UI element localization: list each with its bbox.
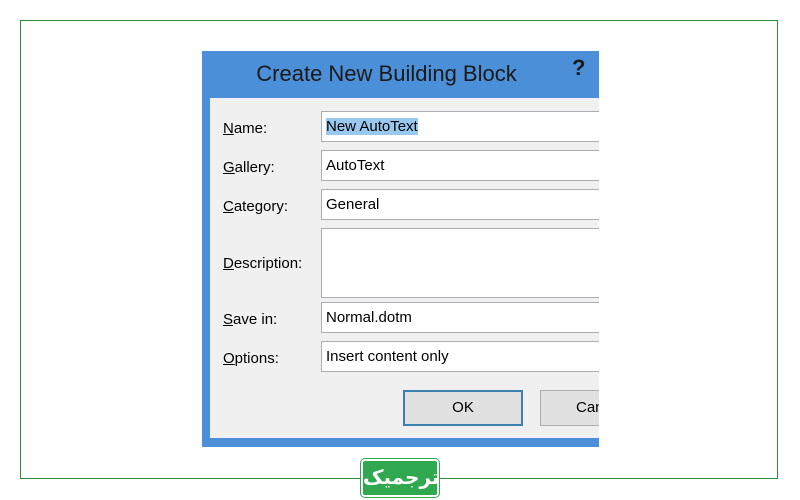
dialog-body: Name: New AutoText Gallery: AutoText Cat… (210, 98, 599, 438)
dialog-titlebar[interactable]: Create New Building Block ? (202, 51, 599, 98)
category-dropdown[interactable]: General (321, 189, 599, 220)
cancel-button[interactable]: Cancel (540, 390, 599, 426)
create-building-block-dialog: Create New Building Block ? Name: New Au… (202, 51, 599, 447)
description-label: Description: (223, 255, 303, 272)
gallery-dropdown[interactable]: AutoText (321, 150, 599, 181)
dialog-viewport: Create New Building Block ? Name: New Au… (202, 51, 599, 447)
help-icon[interactable]: ? (572, 55, 585, 81)
tarjomic-logo: ترجمیک (361, 459, 439, 497)
options-label: Options: (223, 350, 279, 367)
dialog-title: Create New Building Block (256, 61, 517, 86)
gallery-dropdown-value: AutoText (326, 157, 385, 174)
description-field[interactable] (321, 228, 599, 298)
ok-button[interactable]: OK (403, 390, 523, 426)
options-dropdown-value: Insert content only (326, 348, 449, 365)
category-dropdown-value: General (326, 196, 380, 213)
category-label: Category: (223, 198, 289, 215)
name-label: Name: (223, 120, 268, 137)
save-in-dropdown[interactable]: Normal.dotm (321, 302, 599, 333)
options-dropdown[interactable]: Insert content only (321, 341, 599, 372)
save-in-label: Save in: (223, 311, 278, 328)
name-field-value: New AutoText (326, 118, 418, 135)
name-field[interactable]: New AutoText (321, 111, 599, 142)
save-in-dropdown-value: Normal.dotm (326, 309, 412, 326)
gallery-label: Gallery: (223, 159, 275, 176)
